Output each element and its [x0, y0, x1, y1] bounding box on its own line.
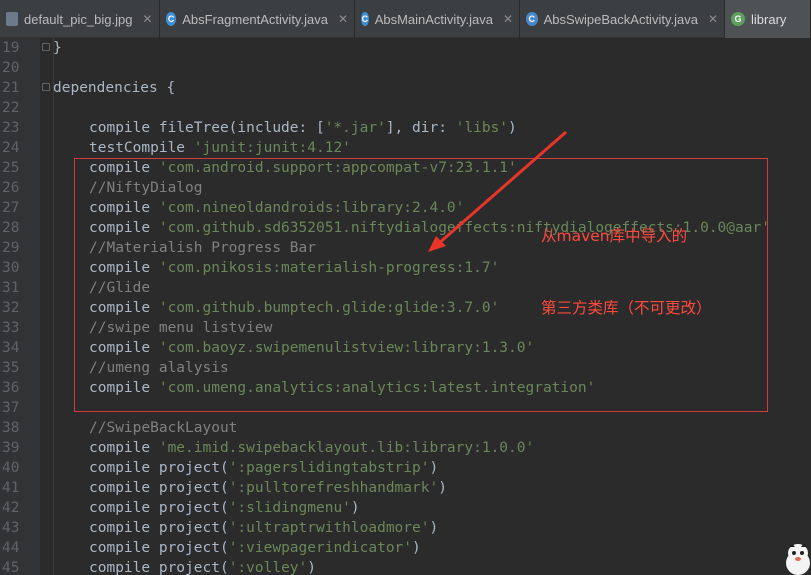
annotation-line-2: 第三方类库（不可更改） — [541, 299, 712, 317]
annotation-line-1: 从maven库中导入的 — [541, 227, 688, 245]
annotation-text: 从maven库中导入的 第三方类库（不可更改） — [541, 176, 712, 344]
mascot-icon — [786, 543, 810, 575]
